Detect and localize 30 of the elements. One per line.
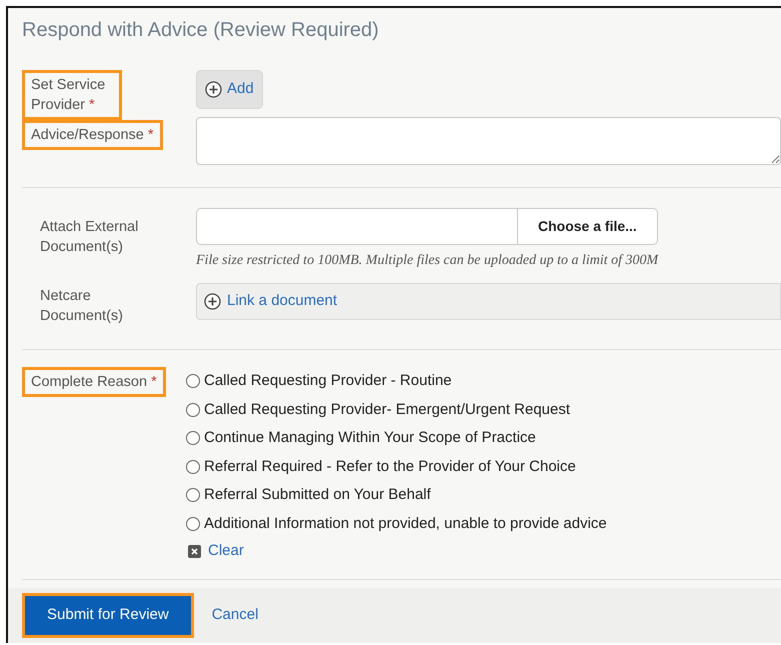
radio-button[interactable] (186, 374, 200, 388)
clear-icon[interactable] (188, 544, 201, 558)
radio-button[interactable] (186, 488, 200, 502)
radio-option[interactable]: Called Requesting Provider- Emergent/Urgent Request (186, 396, 781, 424)
field-label: Attach External Document(s) (39, 218, 140, 257)
radio-button[interactable] (186, 402, 200, 417)
radio-option[interactable]: Continue Managing Within Your Scope of Practice (186, 424, 781, 452)
field-label: Netcare Document(s) (39, 287, 124, 326)
plus-icon (205, 80, 222, 98)
radio-option[interactable]: Additional Information not provided, unable to provide advice (186, 510, 781, 538)
clear-link[interactable]: Clear (208, 540, 244, 562)
field-label: Set Service Provider * (22, 70, 122, 120)
form-title: Respond with Advice (Review Required) (22, 18, 380, 42)
add-button[interactable]: Add (196, 70, 263, 108)
advice-field[interactable] (196, 117, 781, 165)
radio-button[interactable] (186, 516, 200, 531)
choose-file-button[interactable]: Choose a file... (518, 208, 658, 245)
submit-for-review-button[interactable]: Submit for Review (25, 596, 191, 635)
radio-option[interactable]: Called Requesting Provider - Routine (186, 367, 781, 396)
link-a-document-link[interactable]: Link a document (227, 290, 338, 313)
file-size-note: File size restricted to 100MB. Multiple files can be uploaded up to a limit of 300M (196, 252, 660, 270)
radio-button[interactable] (186, 460, 200, 474)
radio-option[interactable]: Referral Submitted on Your Behalf (186, 481, 781, 510)
field-label: Complete Reason * (22, 367, 166, 397)
file-name-field[interactable] (196, 208, 518, 245)
radio-button[interactable] (186, 431, 200, 446)
field-label: Advice/Response * (22, 120, 163, 150)
cancel-link[interactable]: Cancel (212, 604, 258, 627)
plus-icon (204, 293, 221, 310)
radio-option[interactable]: Referral Required - Refer to the Provider of Your Choice (186, 452, 781, 481)
